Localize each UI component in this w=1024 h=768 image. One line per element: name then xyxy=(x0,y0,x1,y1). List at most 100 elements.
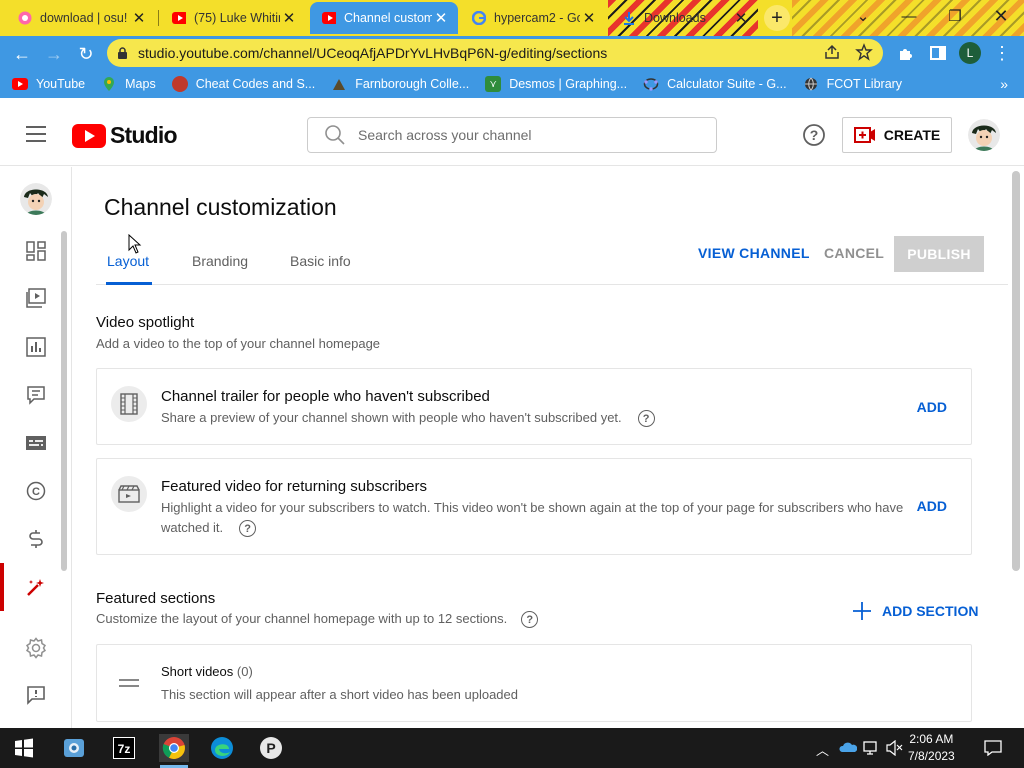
browser-tab-osu[interactable]: download | osu! ✕ xyxy=(6,2,156,34)
trailer-help-icon[interactable]: ? xyxy=(637,410,655,428)
hamburger-menu-icon[interactable] xyxy=(26,126,46,142)
featured-video-clapper-icon xyxy=(111,476,147,512)
desmos-icon: ⋎ xyxy=(485,76,502,92)
add-section-button[interactable]: ADD SECTION xyxy=(852,601,978,621)
bookmark-fcot-library[interactable]: FCOT Library xyxy=(803,76,902,92)
mouse-cursor-icon xyxy=(128,234,142,254)
windows-taskbar: 7z P ︿ 2:06 AM 7/8/2023 xyxy=(0,728,1024,768)
new-tab-button[interactable]: + xyxy=(764,5,790,31)
trailer-description-text: Share a preview of your channel shown wi… xyxy=(161,410,622,425)
close-window-button[interactable]: ✕ xyxy=(978,0,1024,32)
back-icon[interactable]: ← xyxy=(10,42,34,66)
comments-icon[interactable] xyxy=(24,383,48,407)
bookmark-calculator-suite[interactable]: Calculator Suite - G... xyxy=(643,76,787,92)
minimize-button[interactable]: — xyxy=(886,0,932,32)
settings-icon[interactable] xyxy=(24,636,48,660)
view-channel-button[interactable]: VIEW CHANNEL xyxy=(698,245,810,261)
close-tab-icon[interactable]: ✕ xyxy=(432,9,450,27)
short-videos-count: (0) xyxy=(236,664,253,679)
featured-video-description: Highlight a video for your subscribers t… xyxy=(161,498,921,538)
tab-layout[interactable]: Layout xyxy=(107,253,149,269)
url-field[interactable]: studio.youtube.com/channel/UCeoqAfjAPDrY… xyxy=(107,39,883,67)
publish-button[interactable]: PUBLISH xyxy=(894,236,984,272)
copyright-icon[interactable]: C xyxy=(24,479,48,503)
onedrive-icon[interactable] xyxy=(839,741,857,753)
tab-basic-info[interactable]: Basic info xyxy=(290,253,351,269)
dashboard-icon[interactable] xyxy=(24,239,48,263)
bookmark-star-icon[interactable] xyxy=(855,43,873,61)
search-input[interactable] xyxy=(358,127,688,143)
bookmarks-bar: YouTube Maps Cheat Codes and S... Farnbo… xyxy=(0,70,1024,98)
help-icon[interactable]: ? xyxy=(802,123,826,147)
bookmarks-overflow-button[interactable]: » xyxy=(1000,76,1008,92)
analytics-icon[interactable] xyxy=(24,335,48,359)
customization-icon[interactable] xyxy=(24,575,48,599)
profile-avatar[interactable]: L xyxy=(959,42,981,64)
featured-video-description-line2: watched it. xyxy=(161,520,224,535)
add-trailer-button[interactable]: ADD xyxy=(917,399,947,415)
7zip-icon[interactable]: 7z xyxy=(110,734,138,762)
close-tab-icon[interactable]: ✕ xyxy=(580,9,598,27)
edge-icon[interactable] xyxy=(208,734,236,762)
featured-video-help-icon[interactable]: ? xyxy=(239,520,257,538)
photos-app-icon[interactable] xyxy=(60,734,88,762)
create-label: CREATE xyxy=(883,127,941,143)
bookmark-desmos[interactable]: ⋎ Desmos | Graphing... xyxy=(485,76,627,92)
content-icon[interactable] xyxy=(24,286,48,310)
cancel-button[interactable]: CANCEL xyxy=(824,245,884,261)
download-icon xyxy=(622,11,636,25)
close-tab-icon[interactable]: ✕ xyxy=(280,9,298,27)
create-video-icon xyxy=(853,127,876,143)
show-hidden-icons[interactable]: ︿ xyxy=(816,740,829,759)
reload-icon[interactable]: ↻ xyxy=(74,42,98,66)
channel-search[interactable] xyxy=(307,117,717,153)
bookmark-cheat-codes[interactable]: Cheat Codes and S... xyxy=(171,76,315,92)
geogebra-icon xyxy=(643,76,659,92)
account-avatar[interactable] xyxy=(968,119,1000,151)
drag-handle-icon[interactable] xyxy=(119,678,139,688)
youtube-icon xyxy=(172,11,186,25)
close-tab-icon[interactable]: ✕ xyxy=(732,9,750,27)
main-scrollbar[interactable] xyxy=(1012,171,1020,571)
channel-trailer-card: Channel trailer for people who haven't s… xyxy=(96,368,972,445)
create-button[interactable]: CREATE xyxy=(842,117,952,153)
share-icon[interactable] xyxy=(823,43,841,61)
network-icon[interactable] xyxy=(863,740,881,756)
featured-sections-help-icon[interactable]: ? xyxy=(521,611,539,629)
extensions-icon[interactable] xyxy=(895,42,917,64)
tab-title: Downloads xyxy=(644,11,706,25)
chrome-taskbar-icon[interactable] xyxy=(159,734,189,762)
pia-vpn-icon[interactable]: P xyxy=(257,734,285,762)
short-videos-section-card[interactable]: Short videos (0) This section will appea… xyxy=(96,644,972,722)
browser-tab-channel-customization[interactable]: Channel custom ✕ xyxy=(310,2,458,34)
osu-icon xyxy=(18,11,32,25)
forward-icon[interactable]: → xyxy=(42,42,66,66)
studio-logo[interactable]: Studio xyxy=(72,122,178,149)
subtitles-icon[interactable] xyxy=(24,431,48,455)
bookmark-farnborough[interactable]: Farnborough Colle... xyxy=(331,76,469,92)
maximize-button[interactable]: ❐ xyxy=(932,0,978,32)
windows-start-icon[interactable] xyxy=(10,734,38,762)
feedback-icon[interactable] xyxy=(24,683,48,707)
browser-tab-hypercam[interactable]: hypercam2 - Go ✕ xyxy=(460,2,606,34)
plus-icon xyxy=(852,601,872,621)
sidebar-scrollbar[interactable] xyxy=(61,231,67,571)
channel-avatar[interactable] xyxy=(20,183,52,215)
taskbar-clock[interactable]: 2:06 AM 7/8/2023 xyxy=(908,731,955,765)
studio-header: Studio ? CREATE xyxy=(0,102,1024,166)
side-panel-icon[interactable] xyxy=(927,42,949,64)
browser-tab-downloads[interactable]: Downloads ✕ xyxy=(610,2,758,34)
notifications-icon[interactable] xyxy=(984,740,1002,756)
bookmark-maps[interactable]: Maps xyxy=(101,76,156,92)
tab-search-icon[interactable]: ⌄ xyxy=(840,0,886,32)
tab-branding[interactable]: Branding xyxy=(192,253,248,269)
add-featured-video-button[interactable]: ADD xyxy=(917,498,947,514)
earn-icon[interactable] xyxy=(24,527,48,551)
page-title: Channel customization xyxy=(104,194,337,220)
volume-muted-icon[interactable] xyxy=(886,740,904,756)
close-tab-icon[interactable]: ✕ xyxy=(130,9,148,27)
bookmark-youtube[interactable]: YouTube xyxy=(12,76,85,92)
browser-menu-icon[interactable]: ⋮ xyxy=(991,42,1013,64)
featured-video-card: Featured video for returning subscribers… xyxy=(96,458,972,555)
browser-tab-luke-whitin[interactable]: (75) Luke Whitin ✕ xyxy=(160,2,306,34)
